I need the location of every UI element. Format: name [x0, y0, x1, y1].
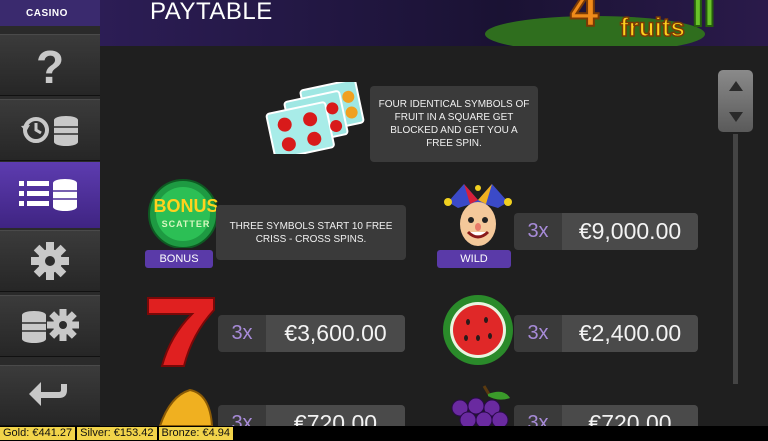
bonus-rule-text: THREE SYMBOLS START 10 FREE CRISS - CROS… — [216, 205, 406, 260]
question-icon: ? — [36, 43, 64, 87]
wild-multiplier: 3x — [527, 220, 549, 242]
scroll-up-arrow-icon — [728, 80, 743, 91]
scrollbar[interactable] — [718, 70, 753, 386]
svg-text:II: II — [692, 0, 715, 35]
grapes-multiplier: 3x — [527, 412, 549, 426]
melon-payout: 3x €2,400.00 — [514, 315, 698, 352]
grapes-payout: 3x €720.00 — [514, 405, 698, 426]
bell-icon — [158, 388, 214, 426]
back-button[interactable] — [0, 365, 100, 426]
bonus-tag: BONUS — [145, 250, 213, 268]
seven-multiplier: 3x — [231, 322, 253, 344]
history-coins-icon — [21, 116, 78, 146]
jackpot-status-bar: Gold: €441.27 Silver: €153.42 Bronze: €4… — [0, 426, 768, 441]
gear-icon — [31, 242, 69, 280]
bell-value: €720.00 — [266, 405, 405, 426]
grapes-icon — [451, 385, 510, 426]
square-rule-text: FOUR IDENTICAL SYMBOLS OF FRUIT IN A SQU… — [370, 86, 538, 162]
help-button[interactable]: ? — [0, 34, 100, 96]
back-arrow-icon — [29, 381, 67, 406]
fruit-square-cards-icon — [265, 82, 365, 154]
bronze-jackpot: Bronze: €4.94 — [158, 427, 234, 440]
history-button[interactable] — [0, 99, 100, 161]
bell-payout: 3x €720.00 — [218, 405, 405, 426]
melon-value: €2,400.00 — [562, 315, 698, 352]
grapes-payout-clip: 3x €720.00 — [514, 405, 698, 426]
bet-settings-button[interactable] — [0, 295, 100, 357]
svg-text:?: ? — [36, 43, 64, 87]
watermelon-icon — [443, 295, 513, 365]
joker-wild-icon — [444, 184, 512, 246]
svg-text:fruits: fruits — [620, 12, 685, 42]
seven-payout: 3x €3,600.00 — [218, 315, 405, 352]
wild-value: €9,000.00 — [562, 213, 698, 250]
wild-payout: 3x €9,000.00 — [514, 213, 698, 250]
paytable-icon — [19, 179, 77, 211]
scroll-down-arrow-icon — [728, 111, 743, 122]
coins-gear-icon — [22, 309, 79, 343]
grapes-value: €720.00 — [562, 405, 698, 426]
casino-logo: CASINO — [0, 0, 100, 26]
scroll-track[interactable] — [733, 134, 738, 384]
page-title: PAYTABLE — [150, 0, 273, 25]
bell-payout-clip: 3x €720.00 — [218, 405, 405, 426]
bell-multiplier: 3x — [231, 412, 253, 426]
gold-jackpot: Gold: €441.27 — [0, 427, 76, 440]
melon-multiplier: 3x — [527, 322, 549, 344]
scroll-handle[interactable] — [718, 70, 753, 132]
seven-icon — [147, 297, 215, 367]
settings-button[interactable] — [0, 230, 100, 292]
silver-jackpot: Silver: €153.42 — [77, 427, 157, 440]
svg-text:4: 4 — [570, 0, 599, 38]
paytable-button[interactable] — [0, 162, 116, 228]
header: PAYTABLE 4 fruits II — [100, 0, 768, 52]
game-logo: 4 fruits II — [485, 0, 716, 52]
wild-tag: WILD — [437, 250, 511, 268]
seven-value: €3,600.00 — [266, 315, 405, 352]
